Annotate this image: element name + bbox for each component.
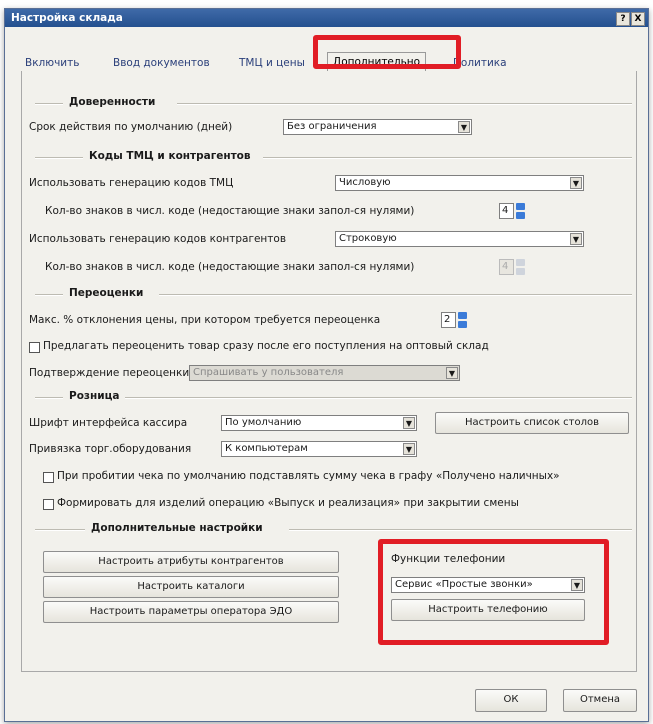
title-bar: Настройка склада ? X: [5, 9, 648, 27]
gen-contr-label: Использовать генерацию кодов контрагенто…: [29, 233, 287, 245]
help-icon[interactable]: ?: [616, 12, 630, 26]
chevron-down-icon[interactable]: ▼: [570, 233, 582, 245]
gen-tmc-value: Числовую: [339, 177, 391, 188]
equipment-bind-select[interactable]: К компьютерам ▼: [221, 441, 417, 457]
cashier-font-select[interactable]: По умолчанию ▼: [221, 415, 417, 431]
chevron-down-icon[interactable]: ▼: [570, 177, 582, 189]
tab-doc-entry[interactable]: Ввод документов: [113, 57, 210, 69]
cashier-font-label: Шрифт интерфейса кассира: [29, 417, 188, 429]
edo-operator-button[interactable]: Настроить параметры оператора ЭДО: [43, 601, 339, 623]
section-revaluation: Переоценки: [69, 287, 144, 299]
section-divider: [35, 294, 63, 296]
confirm-reval-select: Спрашивать у пользователя ▼: [189, 365, 460, 381]
cashier-font-value: По умолчанию: [225, 417, 302, 428]
gen-contr-value: Строковую: [339, 233, 397, 244]
max-deviation-label: Макс. % отклонения цены, при котором тре…: [29, 314, 381, 326]
telephony-highlight-frame: [378, 539, 609, 645]
term-select[interactable]: Без ограничения ▼: [283, 119, 472, 135]
section-extra-settings: Дополнительные настройки: [91, 522, 263, 534]
equipment-bind-value: К компьютерам: [225, 443, 308, 454]
cancel-button[interactable]: Отмена: [563, 689, 637, 712]
catalogs-button[interactable]: Настроить каталоги: [43, 576, 339, 598]
substitute-sum-checkbox[interactable]: [43, 472, 54, 483]
ok-button[interactable]: ОК: [475, 689, 547, 712]
term-value: Без ограничения: [287, 121, 377, 132]
digits-value-1[interactable]: 4: [499, 203, 514, 219]
digits-label-2: Кол-во знаков в числ. коде (недостающие …: [45, 261, 415, 273]
section-retail: Розница: [69, 390, 120, 402]
window-title: Настройка склада: [11, 12, 123, 24]
tab-policy[interactable]: Политика: [453, 57, 507, 69]
term-label: Срок действия по умолчанию (дней): [29, 121, 233, 133]
section-divider: [35, 157, 83, 159]
section-divider: [35, 103, 63, 105]
section-divider: [289, 529, 632, 531]
chevron-down-icon: ▼: [446, 367, 458, 379]
section-divider: [125, 397, 632, 399]
chevron-down-icon[interactable]: ▼: [403, 417, 415, 429]
chevron-down-icon[interactable]: ▼: [403, 443, 415, 455]
gen-contr-select[interactable]: Строковую ▼: [335, 231, 584, 247]
offer-reval-label: Предлагать переоценить товар сразу после…: [43, 340, 489, 352]
settings-dialog: Настройка склада ? X Включить Ввод докум…: [4, 8, 649, 722]
gen-tmc-label: Использовать генерацию кодов ТМЦ: [29, 177, 234, 189]
form-operation-label: Формировать для изделий операцию «Выпуск…: [57, 497, 519, 509]
contractor-attributes-button[interactable]: Настроить атрибуты контрагентов: [43, 551, 339, 573]
section-codes: Коды ТМЦ и контрагентов: [89, 150, 251, 162]
confirm-reval-value: Спрашивать у пользователя: [193, 367, 344, 378]
tables-list-button[interactable]: Настроить список столов: [435, 412, 629, 434]
stepper-arrows-icon: [516, 259, 525, 275]
form-operation-checkbox[interactable]: [43, 499, 54, 510]
tab-highlight-frame: [313, 35, 461, 69]
section-divider: [35, 529, 85, 531]
section-divider: [263, 157, 632, 159]
digits-value-2: 4: [499, 259, 514, 275]
section-divider: [177, 103, 632, 105]
tab-enable[interactable]: Включить: [25, 57, 79, 69]
equipment-bind-label: Привязка торг.оборудования: [29, 443, 192, 455]
stepper-arrows-icon[interactable]: [516, 203, 525, 219]
section-power-of-attorney: Доверенности: [69, 96, 156, 108]
gen-tmc-select[interactable]: Числовую ▼: [335, 175, 584, 191]
section-divider: [159, 294, 632, 296]
chevron-down-icon[interactable]: ▼: [458, 121, 470, 133]
substitute-sum-label: При пробитии чека по умолчанию подставля…: [57, 470, 560, 482]
stepper-arrows-icon[interactable]: [458, 312, 467, 328]
confirm-reval-label: Подтверждение переоценки: [29, 367, 190, 379]
offer-reval-checkbox[interactable]: [29, 342, 40, 353]
section-divider: [35, 397, 63, 399]
close-icon[interactable]: X: [631, 12, 645, 26]
digits-label-1: Кол-во знаков в числ. коде (недостающие …: [45, 205, 415, 217]
max-deviation-value[interactable]: 2: [441, 312, 456, 328]
tab-tmc-prices[interactable]: ТМЦ и цены: [239, 57, 305, 69]
